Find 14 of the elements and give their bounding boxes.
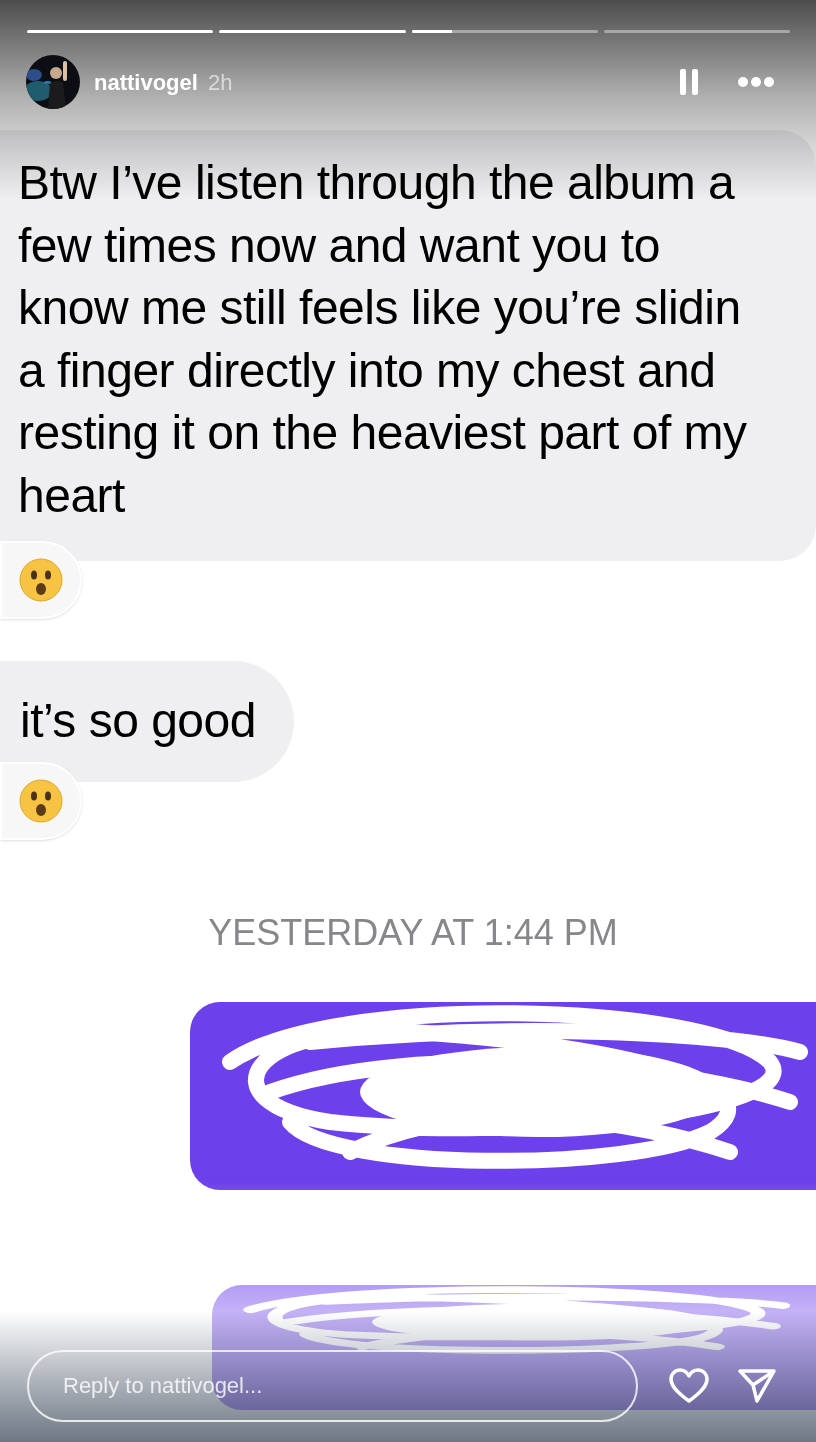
timestamp: YESTERDAY AT 1:44 PM xyxy=(208,910,618,955)
reaction-badge[interactable] xyxy=(0,761,82,840)
heart-icon[interactable] xyxy=(669,1368,709,1404)
message-text: it’s so good xyxy=(20,693,256,749)
post-age: 2h xyxy=(207,68,233,97)
pause-icon[interactable] xyxy=(680,69,698,95)
send-icon[interactable] xyxy=(737,1368,777,1404)
reply-field[interactable]: Reply to nattivogel... xyxy=(27,1350,638,1422)
message-text: Btw I’ve listen through the album a few times now and want you to know me still feels like you’re slidin a finger directly into my chest and resting it on the heaviest part of my heart xyxy=(18,155,748,524)
surprised-emoji-icon xyxy=(19,778,63,823)
more-icon[interactable] xyxy=(738,77,774,87)
reaction-badge[interactable] xyxy=(0,541,82,619)
surprised-emoji-icon xyxy=(19,558,63,602)
username[interactable]: nattivogel xyxy=(94,65,198,99)
